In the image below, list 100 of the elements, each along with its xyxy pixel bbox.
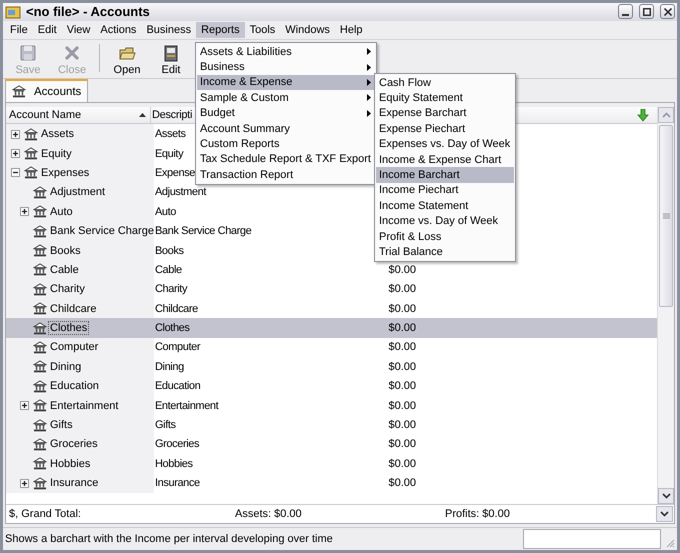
menu-item[interactable]: File [5, 22, 33, 38]
account-total: $0.00 [388, 438, 416, 450]
expand-icon[interactable] [20, 207, 29, 216]
scroll-thumb[interactable] [659, 125, 673, 308]
minimize-icon [622, 14, 629, 16]
bank-icon [33, 263, 47, 276]
account-total: $0.00 [388, 380, 416, 392]
account-total: $0.00 [388, 341, 416, 354]
account-total: $0.00 [388, 400, 416, 412]
sort-ascending-icon [139, 113, 146, 118]
account-description: Entertainment [155, 400, 218, 412]
chevron-up-icon [662, 112, 670, 118]
open-button[interactable]: Open [106, 42, 148, 78]
window-title: <no file> - Accounts [26, 4, 151, 20]
account-description: Books [155, 244, 184, 257]
account-name: Auto [49, 206, 74, 218]
menu-item[interactable]: Tax Schedule Report & TXF Export [197, 152, 375, 168]
menu-item[interactable]: Expense Barchart [376, 106, 514, 122]
account-name: Assets [40, 128, 76, 140]
grip-icon [662, 212, 670, 220]
account-total: $0.00 [388, 283, 416, 296]
expand-icon[interactable] [11, 149, 20, 158]
account-name: Cable [49, 264, 80, 276]
column-heading[interactable]: Descripti [152, 109, 192, 122]
menu-item[interactable]: Trial Balance [376, 244, 514, 260]
expand-icon[interactable] [20, 401, 29, 410]
menu-item[interactable]: Equity Statement [376, 90, 514, 106]
maximize-icon [642, 8, 650, 16]
menu-item[interactable]: Income vs. Day of Week [376, 214, 514, 229]
collapse-icon[interactable] [11, 168, 20, 178]
scrollbar[interactable] [657, 107, 674, 504]
account-description: Gifts [155, 419, 176, 432]
account-name: Bank Service Charge [49, 225, 155, 238]
menu-item[interactable]: Profit & Loss [376, 228, 514, 244]
menu-item[interactable]: Actions [95, 22, 142, 38]
edit-button[interactable]: Edit [150, 42, 192, 78]
menu-item[interactable]: Income Piechart [376, 182, 514, 198]
account-description: Charity [155, 283, 188, 296]
account-name: Computer [49, 341, 100, 354]
close-button[interactable] [660, 4, 675, 20]
bank-icon [33, 186, 47, 199]
bank-icon [12, 85, 26, 98]
menu-item[interactable]: Expenses vs. Day of Week [376, 136, 514, 152]
selected-row[interactable]: Clothes Clothes $0.00 [6, 318, 657, 338]
app-icon [5, 4, 21, 20]
account-description: Bank Service Charge [155, 225, 252, 238]
bank-icon [33, 380, 47, 393]
menu-item[interactable]: Account Summary [197, 120, 375, 136]
account-name: Charity [49, 283, 86, 296]
bank-icon [33, 244, 47, 258]
expand-icon[interactable] [11, 130, 20, 139]
column-heading[interactable]: Account Name [9, 109, 82, 122]
menu-item[interactable]: Income & Expense Chart [376, 152, 514, 168]
account-total: $0.00 [388, 322, 416, 334]
menu-item[interactable]: Custom Reports [197, 136, 375, 152]
account-total: $0.00 [388, 302, 416, 315]
close-icon [664, 8, 672, 16]
menu-item[interactable]: Tools [244, 22, 280, 38]
dropdown-button[interactable] [656, 506, 673, 522]
minimize-button[interactable] [618, 4, 633, 20]
account-name: Hobbies [49, 458, 92, 470]
menu-item[interactable]: Windows [280, 22, 335, 38]
account-name: Insurance [49, 477, 100, 490]
menu-item[interactable]: Cash Flow [376, 75, 514, 90]
menu-item[interactable]: Business [141, 22, 196, 38]
accounts-tab[interactable]: Accounts [5, 79, 88, 102]
account-total: $0.00 [388, 477, 416, 490]
menu-item[interactable]: Expense Piechart [376, 121, 514, 137]
account-description: Dining [155, 360, 184, 373]
menu-item[interactable]: Income & Expense [197, 74, 375, 90]
maximize-button[interactable] [639, 4, 654, 20]
menu-item[interactable]: Sample & Custom [197, 90, 375, 106]
profits-total: Profits: $0.00 [445, 508, 511, 520]
menu-item[interactable]: Business [197, 59, 375, 75]
bank-icon [33, 205, 47, 218]
scroll-down-button[interactable] [658, 488, 674, 504]
submenu-arrow-icon [367, 48, 371, 56]
account-name: Dining [49, 360, 82, 373]
account-description: Adjustment [155, 186, 206, 198]
bank-icon [24, 128, 38, 141]
expand-icon[interactable] [20, 478, 29, 488]
menu-item[interactable]: View [62, 22, 96, 38]
account-total: $0.00 [388, 458, 416, 470]
menu-item[interactable]: Reports [196, 22, 245, 38]
bank-icon [33, 476, 47, 490]
account-description: Cable [155, 264, 182, 276]
bank-icon [33, 282, 47, 296]
account-name: Education [49, 380, 100, 392]
menu-item[interactable]: Help [334, 22, 368, 38]
menu-item[interactable]: Income Statement [376, 198, 514, 214]
bank-icon [33, 302, 47, 316]
account-description: Computer [155, 341, 200, 354]
menu-item[interactable]: Edit [32, 22, 62, 38]
bank-icon [24, 147, 38, 160]
menu-item[interactable]: Assets & Liabilities [197, 44, 375, 60]
bank-icon [33, 457, 47, 470]
menu-item[interactable]: Transaction Report [197, 167, 375, 183]
menu-item[interactable]: Budget [197, 106, 375, 121]
account-total: $0.00 [388, 360, 416, 373]
menu-item[interactable]: Income Barchart [376, 167, 514, 183]
